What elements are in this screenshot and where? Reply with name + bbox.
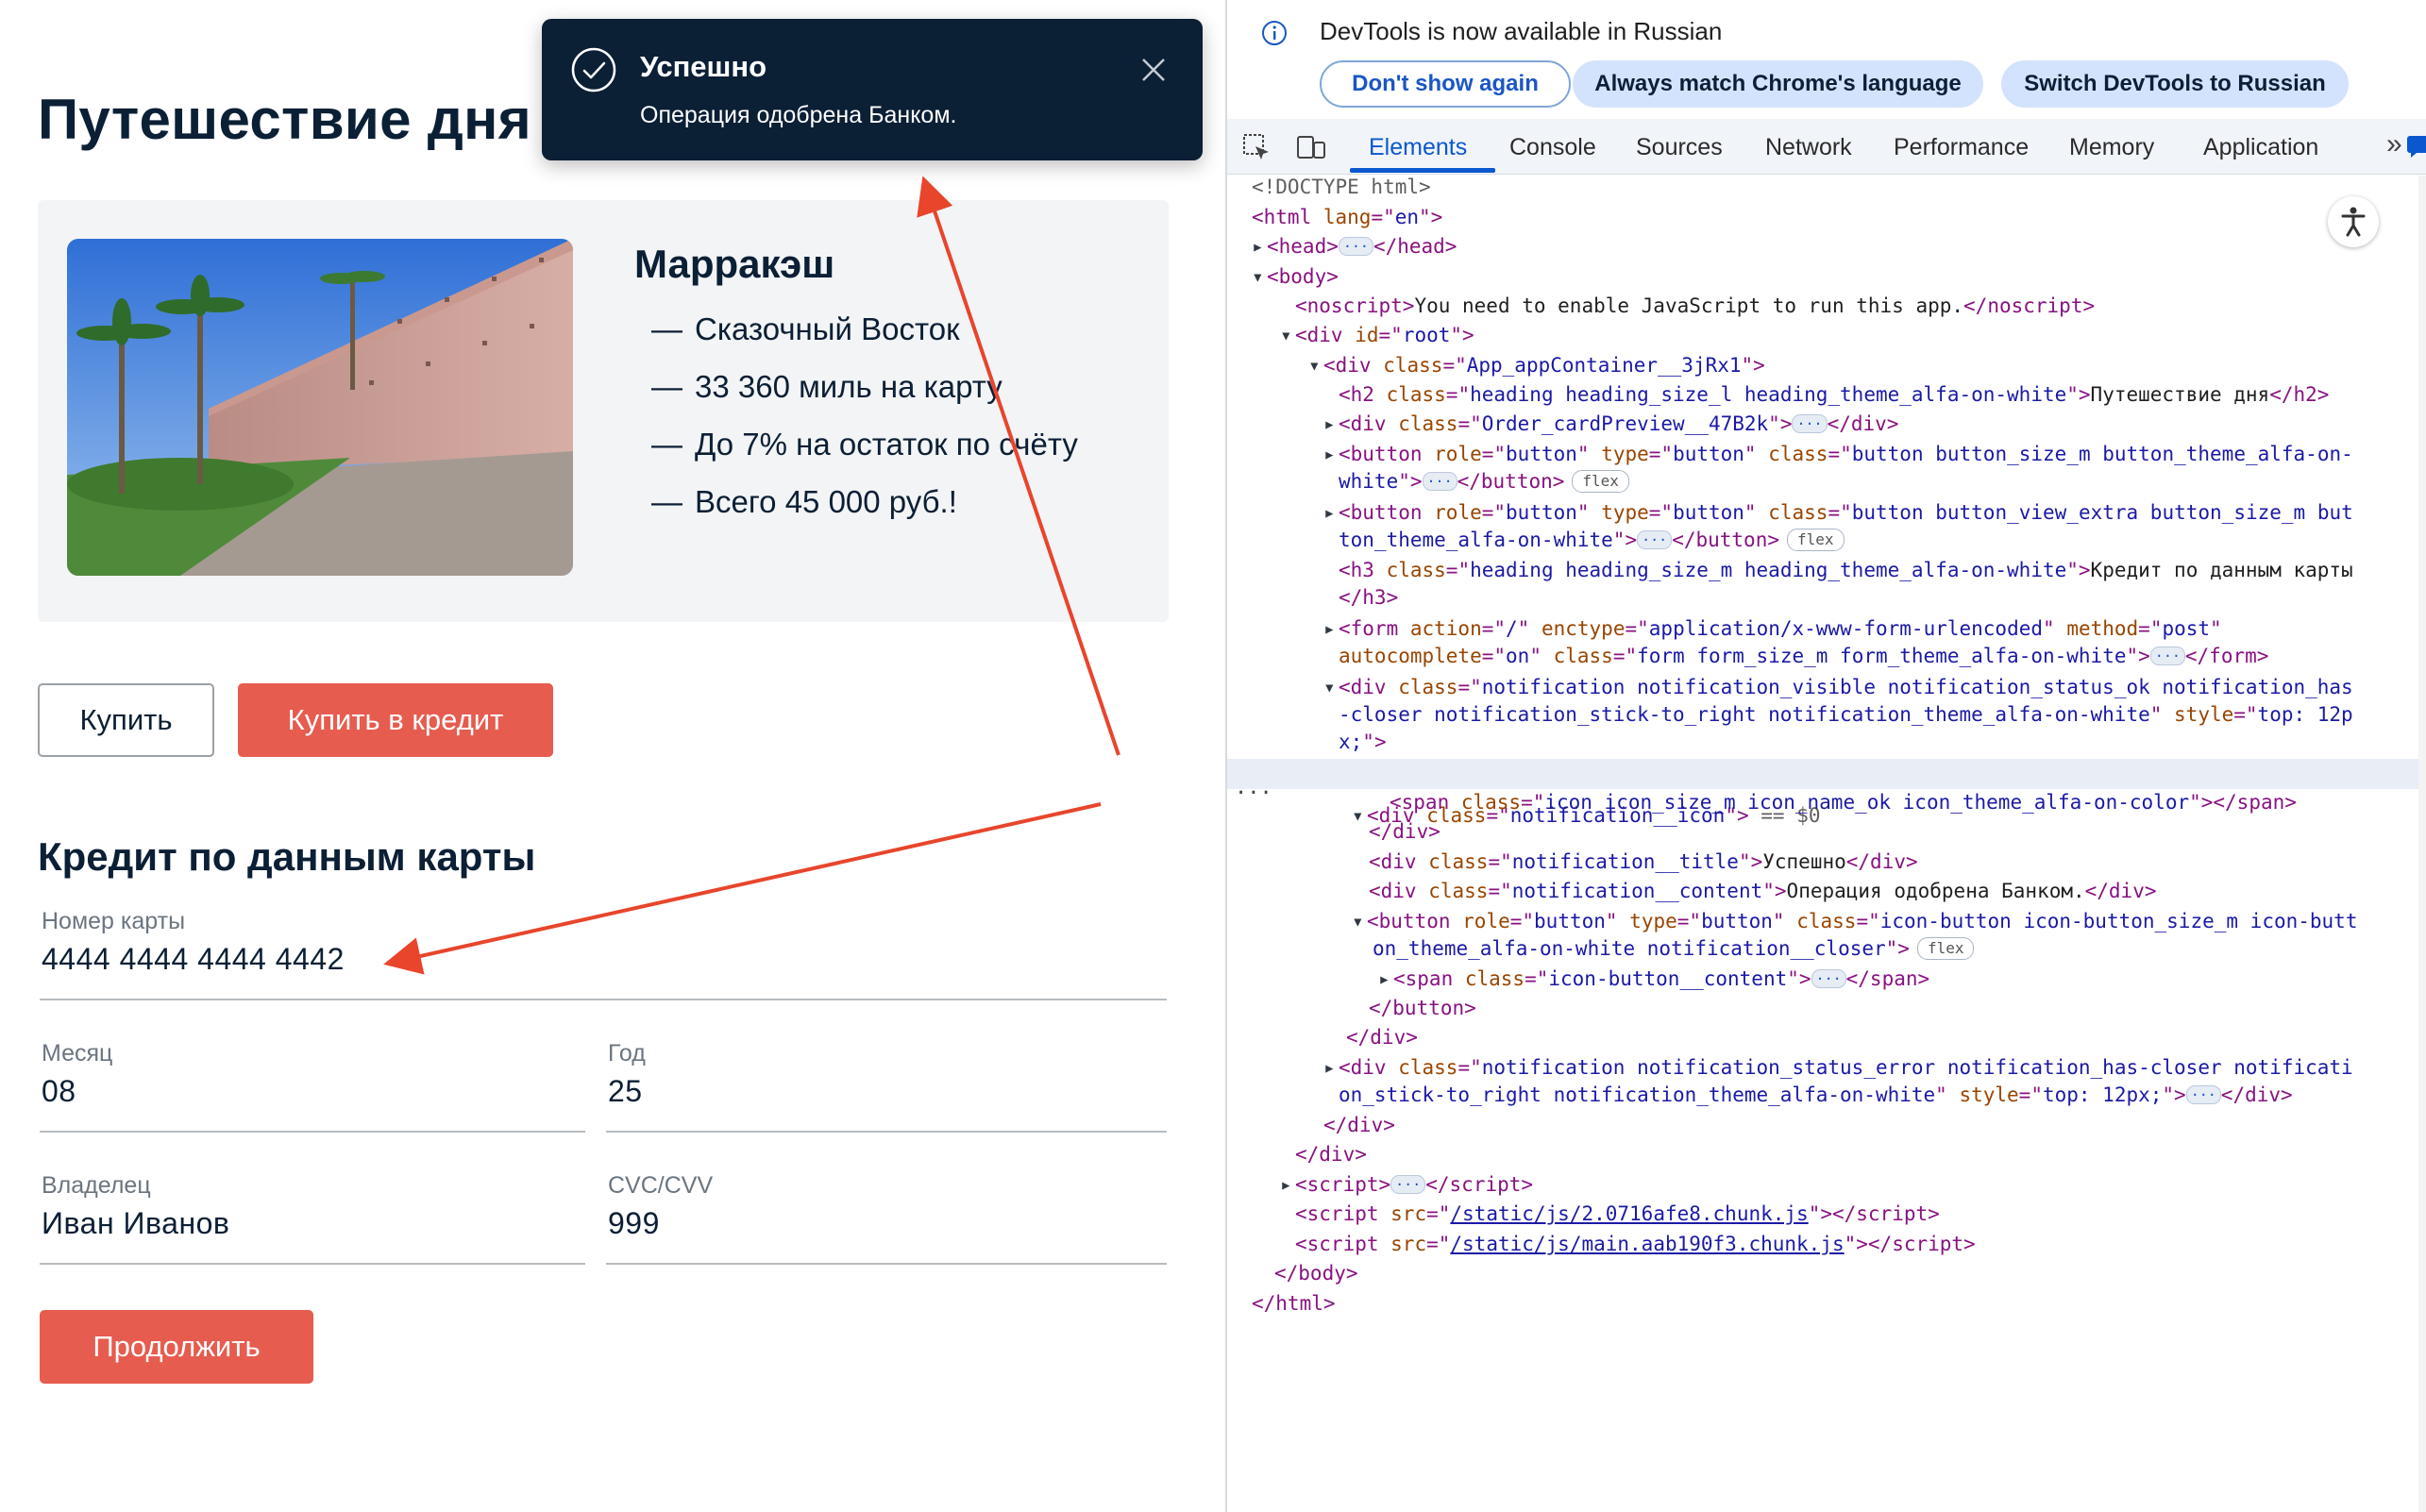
dom-node-cont: white"> ··· </button> flex xyxy=(1339,470,1629,493)
dom-node[interactable]: ▸ <button role="button" type="button" cla… xyxy=(1323,501,2353,524)
dom-node[interactable]: <div class="notification__content">Опера… xyxy=(1369,880,2156,902)
tab-memory[interactable]: Memory xyxy=(2069,134,2154,161)
dom-node[interactable]: </div> xyxy=(1323,1114,1395,1136)
match-language-button[interactable]: Always match Chrome's language xyxy=(1573,60,1983,108)
notification-title: Успешно xyxy=(640,50,767,83)
accessibility-button[interactable] xyxy=(2328,196,2379,247)
dom-node-cont: -closer notification_stick-to_right noti… xyxy=(1339,703,2353,726)
dom-node[interactable]: </body> xyxy=(1274,1262,1358,1285)
dom-node[interactable]: ▸ <button role="button" type="button" cla… xyxy=(1323,443,2353,465)
dom-node[interactable]: </div> xyxy=(1346,1026,1418,1049)
notification-content: Операция одобрена Банком. xyxy=(640,102,957,128)
dom-node[interactable]: </div> xyxy=(1295,1143,1367,1166)
dom-node[interactable]: ▾ <div id="root"> xyxy=(1280,324,1474,346)
dom-node[interactable]: ▸ <div class="Order_cardPreview__47B2k"> ·… xyxy=(1323,412,1898,435)
dont-show-again-button[interactable]: Don't show again xyxy=(1320,60,1571,108)
dom-node[interactable]: <h3 class="heading heading_size_m headin… xyxy=(1339,559,2353,581)
dom-node[interactable]: ▸ <div class="notification notification_s… xyxy=(1323,1056,2353,1079)
card-number-field[interactable]: Номер карты 4444 4444 4444 4442 xyxy=(40,908,1167,1000)
dom-node-cont: on_theme_alfa-on-white notification__clo… xyxy=(1373,937,1975,960)
feature-item: — До 7% на остаток по счёту xyxy=(651,427,1078,462)
dom-node[interactable]: </button> xyxy=(1369,997,1476,1019)
node-actions-icon[interactable]: ··· xyxy=(1235,781,1272,805)
devtools-infobar-text: DevTools is now available in Russian xyxy=(1320,17,1723,45)
dom-node[interactable]: <h2 class="heading heading_size_l headin… xyxy=(1339,383,2329,406)
month-input[interactable]: 08 xyxy=(42,1074,76,1109)
card-number-label: Номер карты xyxy=(42,908,186,934)
dom-node[interactable]: ▸ <span class="icon-button__content"> ··· <… xyxy=(1378,967,1929,990)
dom-node[interactable]: <noscript>You need to enable JavaScript … xyxy=(1295,294,2095,317)
dom-node-cont: autocomplete="on" class="form form_size_… xyxy=(1339,645,2269,667)
dom-node-cont: </h3> xyxy=(1339,586,1399,609)
year-field[interactable]: Год 25 xyxy=(606,1040,1167,1133)
destination-city: Марракэш xyxy=(634,242,835,286)
switch-language-button[interactable]: Switch DevTools to Russian xyxy=(2001,60,2349,108)
tab-application[interactable]: Application xyxy=(2203,134,2318,161)
continue-button[interactable]: Продолжить xyxy=(40,1310,313,1384)
devtools-tabbar: Elements Console Sources Network Perform… xyxy=(1227,119,2426,175)
dom-node[interactable]: ▸ <head> ··· </head> xyxy=(1252,235,1457,258)
destination-photo xyxy=(67,239,573,576)
cvc-field[interactable]: CVC/CVV 999 xyxy=(606,1172,1167,1265)
dom-node[interactable]: <span class="icon icon_size_m icon_name_… xyxy=(1390,791,2297,814)
buy-button[interactable]: Купить xyxy=(38,683,214,757)
tab-performance[interactable]: Performance xyxy=(1894,134,2029,161)
dom-node[interactable]: ▾ <div class="App_appContainer__3jRx1"> xyxy=(1308,354,1765,377)
accessibility-icon xyxy=(2341,207,2366,237)
tab-elements[interactable]: Elements xyxy=(1369,134,1467,161)
dom-node-cont: ton_theme_alfa-on-white"> ··· </button> fle… xyxy=(1339,529,1845,551)
dom-node[interactable]: <html lang="en"> xyxy=(1252,206,1442,228)
dom-node[interactable]: </html> xyxy=(1252,1292,1336,1315)
dom-node-cont: x;"> xyxy=(1339,731,1387,753)
card-number-input[interactable]: 4444 4444 4444 4442 xyxy=(42,942,345,977)
dom-node[interactable]: <div class="notification__title">Успешно… xyxy=(1369,850,1918,873)
owner-label: Владелец xyxy=(42,1172,151,1199)
dom-node[interactable]: <script src="/static/js/main.aab190f3.ch… xyxy=(1295,1233,1976,1255)
dom-node[interactable]: ▾ <button role="button" type="button" cla… xyxy=(1352,910,2357,932)
tab-sources[interactable]: Sources xyxy=(1636,134,1723,161)
more-tabs-icon[interactable]: » xyxy=(2386,128,2402,160)
owner-input[interactable]: Иван Иванов xyxy=(42,1206,229,1241)
info-icon xyxy=(1262,21,1287,45)
page-title: Путешествие дня xyxy=(38,88,531,151)
scrollbar[interactable] xyxy=(2418,176,2426,1512)
app-viewport: Путешествие дня Марракэш — Сказочный Вос… xyxy=(0,0,1225,1512)
check-circle-icon xyxy=(571,47,616,92)
active-tab-indicator xyxy=(1350,168,1495,173)
month-field[interactable]: Месяц 08 xyxy=(40,1040,585,1133)
year-label: Год xyxy=(608,1040,646,1067)
owner-field[interactable]: Владелец Иван Иванов xyxy=(40,1172,585,1265)
credit-heading: Кредит по данным карты xyxy=(38,834,536,879)
selected-dom-node[interactable]: ··· ▾ <div class="notification__icon"> ==… xyxy=(1227,759,2418,827)
tab-network[interactable]: Network xyxy=(1765,134,1852,161)
dom-node[interactable]: ▾ <div class="notification notification_v… xyxy=(1323,676,2353,698)
dom-node[interactable]: <!DOCTYPE html> xyxy=(1252,176,1431,198)
feature-item: — Сказочный Восток xyxy=(651,311,960,346)
feature-item: — Всего 45 000 руб.! xyxy=(651,484,957,519)
dom-node[interactable]: </div> xyxy=(1369,820,1440,843)
buy-credit-button[interactable]: Купить в кредит xyxy=(238,683,553,757)
close-icon[interactable] xyxy=(1137,53,1171,87)
inspect-element-icon[interactable] xyxy=(1240,131,1272,163)
cvc-input[interactable]: 999 xyxy=(608,1206,660,1241)
marrakesh-wall-image xyxy=(67,239,573,576)
feature-item: —33 360 миль на карту xyxy=(651,369,1002,404)
cvc-label: CVC/CVV xyxy=(608,1172,714,1199)
device-toolbar-icon[interactable] xyxy=(1295,131,1327,163)
month-label: Месяц xyxy=(42,1040,113,1067)
issues-icon[interactable] xyxy=(2405,134,2426,159)
tab-console[interactable]: Console xyxy=(1509,134,1596,161)
devtools-panel: DevTools is now available in Russian Don… xyxy=(1225,0,2426,1512)
feature-list: — Сказочный Восток —33 360 миль на карту … xyxy=(651,311,1078,542)
dom-node[interactable]: ▸ <form action="/" enctype="application/x… xyxy=(1323,617,2222,640)
dom-node[interactable]: ▾ <body> xyxy=(1252,265,1339,288)
dom-node[interactable]: <script src="/static/js/2.0716afe8.chunk… xyxy=(1295,1202,1940,1225)
card-preview: Марракэш — Сказочный Восток —33 360 миль … xyxy=(38,200,1169,622)
success-notification: Успешно Операция одобрена Банком. xyxy=(542,19,1203,160)
year-input[interactable]: 25 xyxy=(608,1074,643,1109)
dom-node-cont: on_stick-to_right notification_theme_alf… xyxy=(1339,1084,2293,1106)
dom-node[interactable]: ▸ <script> ··· </script> xyxy=(1280,1173,1533,1196)
